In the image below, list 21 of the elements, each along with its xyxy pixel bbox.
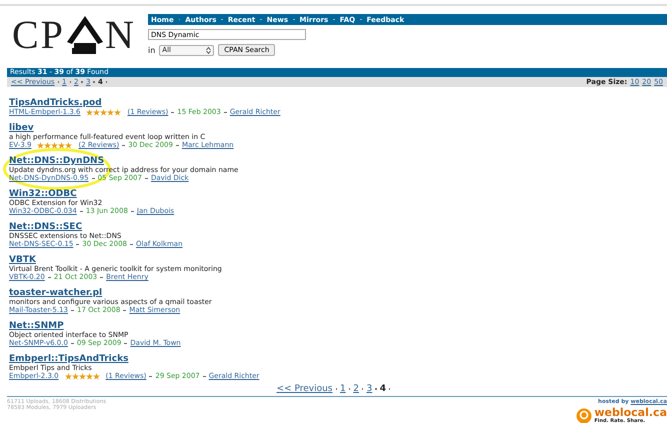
previous-link[interactable]: << Previous: [276, 384, 332, 394]
result-title[interactable]: Net::DNS::SEC: [9, 222, 82, 232]
result-title[interactable]: TipsAndTricks.pod: [9, 98, 102, 108]
result-title[interactable]: Net::SNMP: [9, 321, 64, 331]
result-title[interactable]: libev: [9, 123, 34, 133]
scope-label: in: [148, 46, 156, 54]
result-title[interactable]: Embperl::TipsAndTricks: [9, 354, 128, 364]
book-stack-icon: [66, 15, 104, 55]
weblocal-logo-icon: [576, 408, 592, 423]
page-link[interactable]: 2: [353, 384, 359, 394]
result-title[interactable]: VBTK: [9, 255, 36, 265]
page-number: 4: [380, 384, 386, 394]
result-title[interactable]: Win32::ODBC: [9, 189, 77, 199]
updown-caret-icon: [206, 46, 212, 54]
logo-text: N: [104, 15, 136, 55]
page-link[interactable]: 3: [366, 384, 372, 394]
result-title[interactable]: toaster-watcher.pl: [9, 288, 102, 298]
weblocal-logo-text: weblocal.ca: [594, 407, 667, 418]
page-link[interactable]: 1: [340, 384, 346, 394]
logo-text: CP: [12, 15, 65, 55]
result-title[interactable]: Net::DNS::DynDNS: [9, 156, 104, 166]
